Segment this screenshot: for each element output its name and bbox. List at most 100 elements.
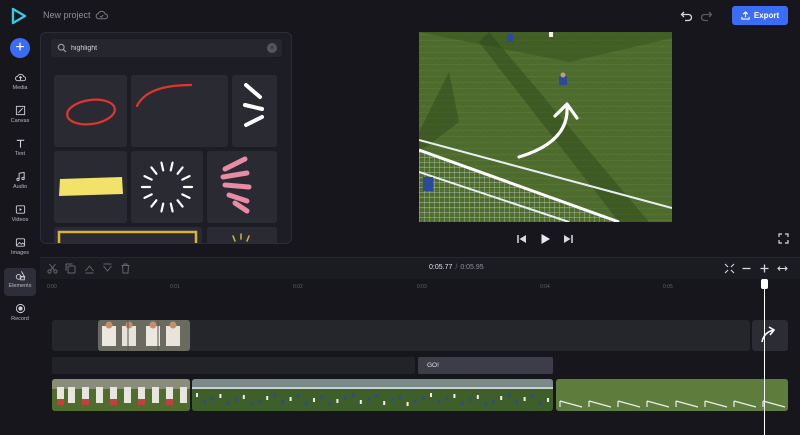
player-dot	[258, 399, 261, 403]
gif-clip[interactable]	[98, 320, 190, 351]
video-preview[interactable]	[419, 32, 672, 222]
video-editor: New project Export + Media Canvas Text A…	[0, 0, 800, 435]
scissors-icon[interactable]	[47, 263, 58, 274]
search-input[interactable]	[71, 41, 251, 55]
search-icon	[57, 43, 67, 53]
sidebar-item-label: Images	[10, 250, 30, 256]
playhead[interactable]	[764, 279, 765, 435]
element-tile-white-dashes-circle[interactable]	[131, 151, 203, 223]
player-dot	[313, 398, 315, 402]
video-thumbnails	[52, 379, 190, 411]
element-tile-red-oval[interactable]	[54, 75, 127, 147]
zoom-in-icon[interactable]	[759, 263, 770, 274]
burst-dash	[160, 202, 165, 213]
gif-thumbnails	[98, 320, 190, 351]
sidebar-item-canvas[interactable]: Canvas	[4, 103, 36, 131]
project-title[interactable]: New project	[43, 10, 91, 20]
video-icon	[15, 205, 25, 214]
player-dot	[289, 397, 292, 401]
player-dot	[383, 401, 386, 405]
red-arc-highlight	[135, 83, 193, 108]
timeline: 0:00 0:01 0:02 0:03 0:04 0:05 GO!	[40, 279, 800, 435]
player-dot	[359, 400, 362, 404]
player-dot	[281, 400, 284, 404]
element-tile-pink-burst[interactable]	[207, 151, 277, 223]
clear-search-icon[interactable]: ×	[267, 43, 277, 53]
burst-dash	[143, 175, 153, 181]
add-media-button[interactable]: +	[10, 38, 30, 58]
player-dot	[476, 395, 479, 399]
delete-icon[interactable]	[120, 263, 131, 274]
sidebar-item-record[interactable]: Record	[4, 301, 36, 329]
sidebar-item-audio[interactable]: Audio	[4, 169, 36, 197]
sidebar-item-media[interactable]: Media	[4, 70, 36, 98]
playhead-handle[interactable]	[761, 279, 768, 289]
sidebar-item-label: Canvas	[10, 118, 30, 124]
text-track	[52, 357, 415, 374]
player-dot	[305, 401, 308, 405]
pink-burst-lines	[220, 156, 252, 214]
player-dot	[266, 396, 269, 400]
element-tile-yellow-rays[interactable]	[207, 227, 277, 243]
burst-dash	[181, 193, 191, 199]
element-tile-white-burst[interactable]	[232, 75, 277, 147]
redo-icon[interactable]	[700, 9, 713, 22]
player-dot	[297, 394, 300, 398]
text-clip-go[interactable]: GO!	[418, 357, 553, 374]
player-dot	[500, 396, 503, 400]
send-backward-icon[interactable]	[102, 263, 113, 274]
ruler-tick: 0:05	[663, 284, 673, 290]
burst-dash	[181, 175, 191, 181]
sidebar-item-label: Text	[14, 151, 26, 157]
element-tile-yellow-highlight[interactable]	[54, 151, 127, 223]
duplicate-icon[interactable]	[65, 263, 76, 274]
player-dot	[539, 401, 542, 405]
player-dot	[336, 399, 339, 403]
fullscreen-icon[interactable]	[778, 233, 789, 244]
preview-frame	[419, 32, 672, 222]
element-tile-red-arc[interactable]	[131, 75, 228, 147]
sidebar-item-images[interactable]: Images	[4, 235, 36, 263]
element-tile-yellow-frame[interactable]	[54, 227, 202, 243]
player-dot	[242, 395, 245, 399]
play-icon[interactable]	[539, 233, 551, 245]
arrow-element-clip[interactable]	[752, 320, 788, 351]
export-button[interactable]: Export	[732, 6, 788, 25]
timeline-ruler[interactable]: 0:00 0:01 0:02 0:03 0:04 0:05	[40, 279, 800, 297]
player-dot	[469, 398, 471, 402]
player-dot	[203, 400, 206, 404]
player-dot	[250, 402, 253, 406]
player-dot	[453, 394, 456, 398]
player-dot	[414, 399, 417, 403]
zoom-out-icon[interactable]	[741, 263, 752, 274]
expand-timeline-icon[interactable]	[777, 263, 788, 274]
video-clip-goal[interactable]	[556, 379, 788, 411]
burst-dash	[150, 166, 158, 175]
player-dot	[320, 395, 323, 399]
video-clip-celebration[interactable]	[52, 379, 190, 411]
player-dot	[484, 402, 487, 406]
player-dot	[492, 399, 495, 403]
app-logo-icon[interactable]	[10, 7, 28, 25]
total-time: 0:05.95	[460, 264, 484, 271]
sidebar-item-text[interactable]: Text	[4, 136, 36, 164]
ruler-tick: 0:01	[170, 284, 180, 290]
canvas-icon	[15, 105, 25, 116]
bring-forward-icon[interactable]	[84, 263, 95, 274]
cloud-sync-icon	[95, 10, 108, 20]
ruler-tick: 0:00	[47, 284, 57, 290]
burst-dash	[176, 166, 184, 175]
player-dot	[547, 398, 549, 402]
skip-forward-icon[interactable]	[562, 233, 574, 245]
sidebar-item-videos[interactable]: Videos	[4, 202, 36, 230]
fit-timeline-icon[interactable]	[724, 263, 735, 274]
player-dot	[227, 401, 230, 405]
video-thumbnails	[192, 379, 553, 411]
skip-back-icon[interactable]	[516, 233, 528, 245]
video-clip-match[interactable]	[192, 379, 553, 411]
elements-panel: ×	[40, 32, 292, 244]
undo-icon[interactable]	[680, 9, 693, 22]
sidebar-item-elements[interactable]: Elements	[4, 268, 36, 296]
player-dot	[430, 393, 432, 397]
image-icon	[15, 238, 25, 247]
